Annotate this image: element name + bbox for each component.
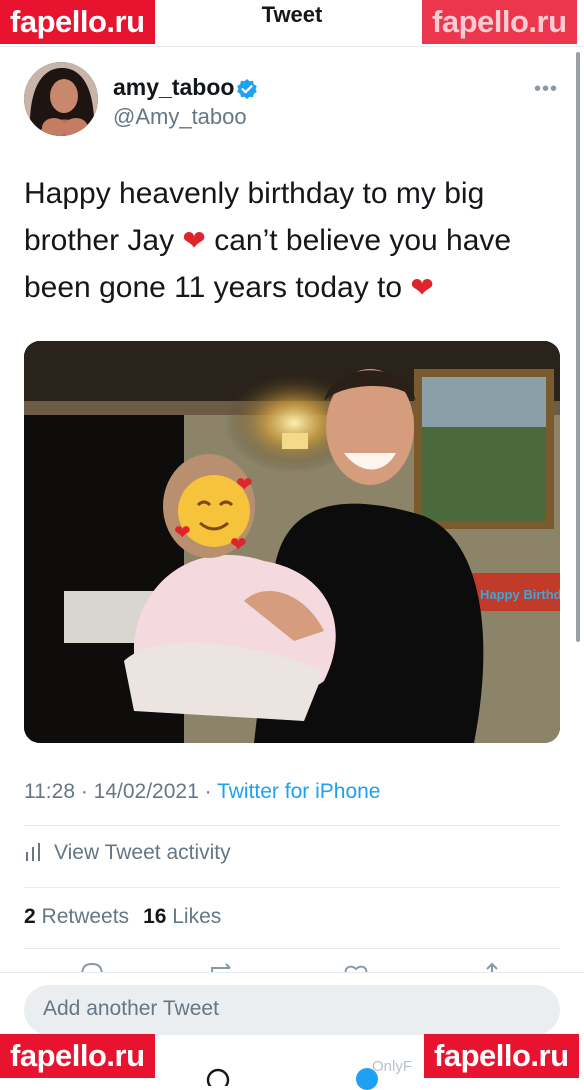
view-tweet-activity-button[interactable]: View Tweet activity (24, 841, 231, 865)
divider (24, 887, 560, 888)
retweets-count: 2 (24, 905, 36, 928)
bar-chart-icon (26, 843, 40, 861)
view-tweet-activity-label: View Tweet activity (54, 841, 231, 864)
retweets-stat[interactable]: 2 Retweets (24, 905, 129, 928)
tweet-time: 11:28 (24, 780, 75, 803)
watermark-top-left: fapello.ru (0, 0, 155, 44)
photo-scene: Happy Birthday ❤ ❤ ❤ (24, 341, 560, 743)
tweet-photo[interactable]: Happy Birthday ❤ ❤ ❤ (24, 341, 560, 743)
red-heart-icon: ❤ (410, 272, 434, 303)
svg-text:❤: ❤ (230, 532, 247, 556)
svg-text:❤: ❤ (174, 520, 191, 544)
scrollbar[interactable] (576, 52, 580, 642)
watermark-top-right: fapello.ru (422, 0, 577, 44)
tweet-stats: 2 Retweets 16 Likes (24, 905, 221, 929)
red-heart-icon: ❤ (182, 225, 206, 256)
avatar-photo (24, 62, 98, 136)
svg-text:❤: ❤ (236, 472, 253, 496)
author-display-name[interactable]: amy_taboo (113, 74, 234, 101)
tweet-text: Happy heavenly birthday to my big brothe… (24, 170, 564, 311)
likes-stat[interactable]: 16 Likes (143, 905, 221, 928)
reply-placeholder: Add another Tweet (43, 997, 219, 1020)
likes-count: 16 (143, 905, 167, 928)
verified-badge-icon (237, 79, 257, 99)
tweet-timestamp: 11:28 · 14/02/2021 · Twitter for iPhone (24, 780, 381, 803)
avatar[interactable] (24, 62, 98, 136)
happy-birthday-banner: Happy Birthday (480, 587, 560, 602)
watermark-bottom-right: fapello.ru (424, 1034, 579, 1078)
divider (24, 825, 560, 826)
author-handle[interactable]: @Amy_taboo (113, 104, 247, 130)
tweet-source-link[interactable]: Twitter for iPhone (217, 780, 380, 803)
onlyfans-watermark: OnlyF (372, 1058, 413, 1075)
divider (24, 948, 560, 949)
likes-label: Likes (166, 905, 222, 928)
tweet-date: 14/02/2021 (93, 780, 199, 803)
retweets-label: Retweets (35, 905, 130, 928)
more-options-icon[interactable]: ••• (534, 78, 558, 101)
search-icon[interactable] (204, 1066, 234, 1086)
watermark-bottom-left: fapello.ru (0, 1034, 155, 1078)
